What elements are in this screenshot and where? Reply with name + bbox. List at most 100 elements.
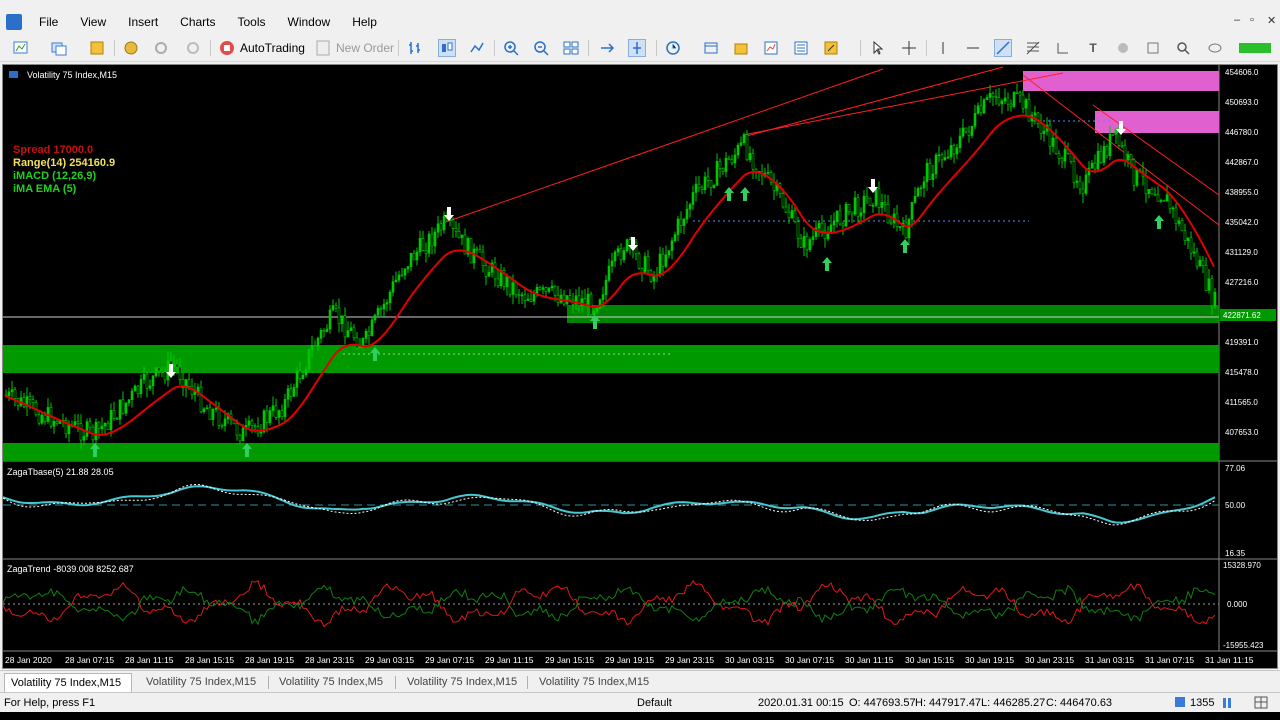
arrows-icon[interactable] <box>1144 39 1162 57</box>
tab-chart-3[interactable]: Volatility 75 Index,M5 <box>273 673 389 692</box>
time-label: 28 Jan 11:15 <box>125 655 174 665</box>
candle-body <box>619 248 623 261</box>
candle-body <box>808 239 812 251</box>
trendline[interactable] <box>742 66 1004 138</box>
profile-name[interactable]: Default <box>637 696 672 710</box>
tab-chart-4[interactable]: Volatility 75 Index,M15 <box>401 673 523 692</box>
candle-body <box>88 421 92 428</box>
restore-icon[interactable]: ▫ <box>1250 14 1254 26</box>
zagatbase-line[interactable] <box>3 485 1216 524</box>
text-icon[interactable]: T <box>1084 39 1102 57</box>
candle-body <box>835 210 839 222</box>
chart-window[interactable]: 454606.0 450693.0 446780.0 442867.0 438955.0… <box>2 64 1278 669</box>
candle-body <box>529 298 533 302</box>
terminal-icon[interactable] <box>184 39 202 57</box>
bar-chart-icon[interactable] <box>406 39 424 57</box>
menu-charts[interactable]: Charts <box>169 10 226 34</box>
time-label: 31 Jan 11:15 <box>1205 655 1254 665</box>
candle-body <box>994 96 998 98</box>
navigator-icon[interactable] <box>88 39 106 57</box>
candle-body <box>967 131 971 136</box>
trendline[interactable] <box>442 68 884 224</box>
vertical-line-icon[interactable] <box>934 39 952 57</box>
periods-icon[interactable] <box>702 39 720 57</box>
chart-shift-icon[interactable] <box>598 39 616 57</box>
horizontal-line-icon[interactable] <box>964 39 982 57</box>
new-chart-icon[interactable] <box>12 39 30 57</box>
zoom-in-icon[interactable] <box>502 39 520 57</box>
menu-view[interactable]: View <box>69 10 117 34</box>
label-icon[interactable] <box>1114 39 1132 57</box>
resistance-zone[interactable] <box>1023 71 1219 91</box>
menu-bar: File View Insert Charts Tools Window Hel… <box>0 10 1280 34</box>
candle-body <box>103 423 107 427</box>
tab-chart-2[interactable]: Volatility 75 Index,M15 <box>140 673 262 692</box>
candle-body <box>496 278 500 287</box>
tab-chart-1[interactable]: Volatility 75 Index,M15 <box>4 673 132 692</box>
trendline-icon[interactable] <box>994 39 1012 57</box>
candle-body <box>361 338 365 346</box>
autotrading-label: AutoTrading <box>240 41 305 55</box>
market-watch-icon[interactable] <box>792 39 810 57</box>
strategy-tester-icon[interactable] <box>152 39 170 57</box>
minimize-icon[interactable]: – <box>1234 14 1240 26</box>
fibonacci-icon[interactable] <box>1024 39 1042 57</box>
options-icon[interactable] <box>122 39 140 57</box>
candle-body <box>862 195 866 213</box>
price-label: 446780.0 <box>1225 128 1259 137</box>
crosshair-icon[interactable] <box>900 39 918 57</box>
zoom-out-icon[interactable] <box>532 39 550 57</box>
time-label: 29 Jan 19:15 <box>605 655 654 665</box>
candle-body <box>709 180 713 188</box>
candle-body <box>517 294 521 297</box>
candle-body <box>1033 112 1037 116</box>
candle-body <box>1201 259 1205 266</box>
support-zone[interactable] <box>3 443 1219 461</box>
close-icon[interactable]: ✕ <box>1267 14 1276 27</box>
cursor-icon[interactable] <box>868 39 886 57</box>
autotrading-button[interactable]: AutoTrading <box>218 38 305 58</box>
search-icon[interactable] <box>1174 39 1192 57</box>
chart-canvas[interactable]: 454606.0 450693.0 446780.0 442867.0 438955.0… <box>3 65 1277 668</box>
time-label: 29 Jan 15:15 <box>545 655 594 665</box>
profiles-icon[interactable] <box>50 39 68 57</box>
candlestick-icon[interactable] <box>438 39 456 57</box>
candle-body <box>514 282 518 296</box>
resistance-zone[interactable] <box>1095 111 1219 133</box>
auto-scroll-icon[interactable] <box>628 39 646 57</box>
support-zone[interactable] <box>567 305 1219 323</box>
menu-help[interactable]: Help <box>341 10 388 34</box>
candle-body <box>865 195 869 199</box>
buy-arrow-icon <box>740 187 750 201</box>
candle-body <box>541 287 545 290</box>
candle-body <box>262 410 266 433</box>
menu-file[interactable]: File <box>28 10 69 34</box>
candle-body <box>439 223 443 231</box>
bottom-border <box>0 712 1280 720</box>
candle-body <box>766 171 770 174</box>
channel-icon[interactable] <box>1054 39 1072 57</box>
tile-windows-icon[interactable] <box>562 39 580 57</box>
candlestick-series[interactable] <box>4 83 1217 450</box>
candle-body <box>934 154 938 175</box>
candle-body <box>298 370 302 379</box>
signals-icon[interactable] <box>762 39 780 57</box>
menu-window[interactable]: Window <box>277 10 342 34</box>
editor-icon[interactable] <box>822 39 840 57</box>
candle-body <box>127 399 131 404</box>
candle-body <box>703 176 707 190</box>
indicators-icon[interactable] <box>664 39 682 57</box>
tab-chart-5[interactable]: Volatility 75 Index,M15 <box>533 673 655 692</box>
menu-tools[interactable]: Tools <box>227 10 277 34</box>
chat-icon[interactable] <box>1206 39 1224 57</box>
new-order-button[interactable]: New Order <box>314 38 394 58</box>
candle-body <box>493 262 497 280</box>
support-zone[interactable] <box>3 345 1219 373</box>
templates-icon[interactable] <box>732 39 750 57</box>
trendline[interactable] <box>1022 74 1220 226</box>
candle-body <box>205 407 209 410</box>
zagatrend-green-line[interactable] <box>3 584 1216 626</box>
candle-body <box>37 414 41 424</box>
line-chart-icon[interactable] <box>468 39 486 57</box>
menu-insert[interactable]: Insert <box>117 10 169 34</box>
